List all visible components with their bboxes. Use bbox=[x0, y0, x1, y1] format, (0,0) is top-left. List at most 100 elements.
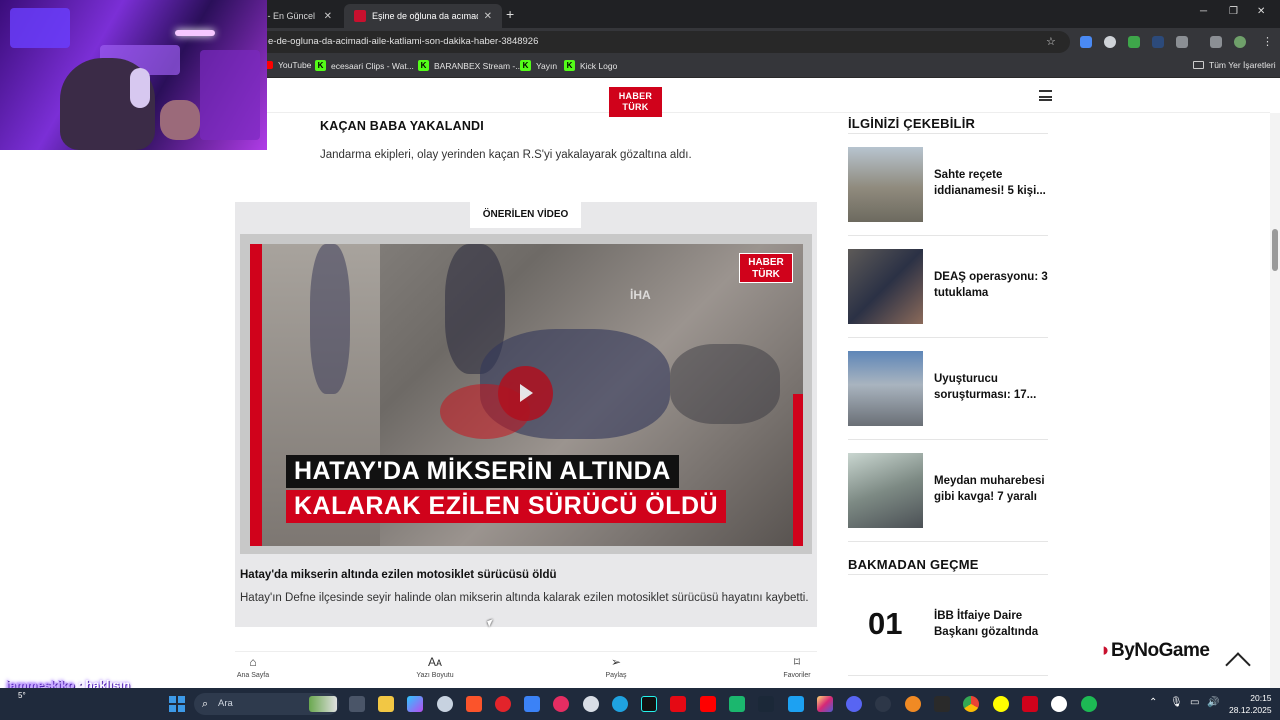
instagram-icon[interactable] bbox=[817, 696, 833, 712]
close-tab-icon[interactable]: ✕ bbox=[324, 11, 332, 22]
bookmark-kick[interactable]: K Kick Logo bbox=[564, 60, 617, 71]
steam-icon[interactable] bbox=[758, 696, 774, 712]
rank-number: 01 bbox=[868, 606, 903, 641]
system-clock[interactable]: 20:15 28.12.2025 bbox=[1229, 692, 1272, 716]
volume-icon[interactable]: 🔊 bbox=[1207, 697, 1219, 708]
epic-games-icon[interactable] bbox=[934, 696, 950, 712]
video-title[interactable]: Hatay'da mikserin altında ezilen motosik… bbox=[240, 569, 557, 581]
menu-hamburger-icon[interactable] bbox=[1039, 90, 1052, 101]
widget-icon[interactable] bbox=[309, 696, 337, 712]
sidebar-heading-dont-miss: BAKMADAN GEÇME bbox=[848, 557, 979, 572]
speedometer-icon[interactable] bbox=[875, 696, 891, 712]
task-view-icon[interactable] bbox=[349, 696, 365, 712]
restore-icon[interactable]: ❐ bbox=[1229, 6, 1238, 17]
chrome-icon[interactable] bbox=[963, 696, 979, 712]
shield-icon[interactable] bbox=[1104, 36, 1116, 48]
copilot-icon[interactable] bbox=[407, 696, 423, 712]
close-tab-icon[interactable]: ✕ bbox=[484, 11, 492, 22]
extension-icon[interactable] bbox=[1080, 36, 1092, 48]
card-thumbnail bbox=[848, 453, 923, 528]
bookmark-star-icon[interactable]: ☆ bbox=[1046, 35, 1056, 48]
card-title: Uyuşturucu soruşturması: 17... bbox=[934, 373, 1037, 401]
video-red-border bbox=[250, 244, 262, 546]
video-figure bbox=[670, 344, 780, 424]
yandex-icon[interactable] bbox=[1051, 696, 1067, 712]
start-button[interactable] bbox=[169, 696, 185, 712]
kick-icon: K bbox=[315, 60, 326, 71]
folder-icon bbox=[1193, 61, 1204, 69]
ranked-headline[interactable]: İBB İtfaiye Daire Başkanı gözaltında bbox=[934, 608, 1054, 640]
settings-icon[interactable] bbox=[437, 696, 453, 712]
divider bbox=[848, 574, 1048, 575]
minimize-icon[interactable]: ─ bbox=[1200, 6, 1207, 17]
weather-widget[interactable]: 5° bbox=[18, 691, 26, 700]
share-icon: ➢ bbox=[610, 655, 622, 669]
snapchat-icon[interactable] bbox=[993, 696, 1009, 712]
bookmark-kick[interactable]: K BARANBEX Stream -... bbox=[418, 60, 522, 71]
video-headline-line2: KALARAK EZİLEN SÜRÜCÜ ÖLDÜ bbox=[286, 490, 727, 523]
media-player-icon[interactable] bbox=[553, 696, 569, 712]
monitor-icon[interactable]: ▭ bbox=[1190, 697, 1199, 708]
edge-icon[interactable] bbox=[612, 696, 628, 712]
spotify-icon[interactable] bbox=[1081, 696, 1097, 712]
file-explorer-icon[interactable] bbox=[378, 696, 394, 712]
headset-icon bbox=[130, 68, 150, 108]
tiktok-icon[interactable] bbox=[641, 696, 657, 712]
nav-home[interactable]: ⌂ Ana Sayfa bbox=[213, 655, 293, 679]
page-scrollbar[interactable] bbox=[1270, 113, 1280, 688]
address-bar[interactable]: e-de-ogluna-da-acimadi-aile-katliami-son… bbox=[250, 31, 1070, 53]
play-button[interactable] bbox=[498, 366, 553, 421]
divider bbox=[848, 337, 1048, 338]
reading-list-icon[interactable] bbox=[1210, 36, 1222, 48]
extension-icon[interactable] bbox=[1152, 36, 1164, 48]
sidebar-card[interactable]: Meydan muharebesi gibi kavga! 7 yaralı bbox=[848, 453, 1048, 529]
sidebar-card[interactable]: Uyuşturucu soruşturması: 17... bbox=[848, 351, 1048, 427]
haberturk-logo[interactable]: HABER TÜRK bbox=[609, 87, 662, 117]
sidebar-card[interactable]: Sahte reçete iddianamesi! 5 kişi... bbox=[848, 147, 1048, 223]
recommended-video-label: ÖNERİLEN VİDEO bbox=[470, 202, 581, 228]
windows-taskbar: 5° Ara ⌃ 🎙 ▭ 🔊 20:15 bbox=[0, 688, 1280, 720]
menu-dots-icon[interactable]: ⋮ bbox=[1262, 35, 1273, 48]
kick-icon: K bbox=[418, 60, 429, 71]
app-icon[interactable] bbox=[905, 696, 921, 712]
youtube-icon[interactable] bbox=[700, 696, 716, 712]
browser-tab-active[interactable]: Eşine de oğluna da acımadı! Aile ✕ bbox=[344, 4, 502, 28]
extension-icon[interactable] bbox=[1128, 36, 1140, 48]
app-icon[interactable] bbox=[1022, 696, 1038, 712]
tray-chevron-icon[interactable]: ⌃ bbox=[1149, 697, 1157, 708]
bookmark-kick[interactable]: K Yayın bbox=[520, 60, 557, 71]
all-bookmarks[interactable]: Tüm Yer İşaretleri bbox=[1193, 60, 1276, 70]
app-icon[interactable] bbox=[583, 696, 599, 712]
twitter-icon[interactable] bbox=[788, 696, 804, 712]
nav-font-size[interactable]: Aᴀ Yazı Boyutu bbox=[395, 655, 475, 679]
microphone-icon[interactable]: 🎙 bbox=[1170, 697, 1183, 708]
bookmark-kick[interactable]: Kecesaari Clips - Wat... bbox=[315, 60, 414, 71]
close-window-icon[interactable]: ✕ bbox=[1257, 6, 1265, 17]
card-thumbnail bbox=[848, 249, 923, 324]
divider bbox=[848, 541, 1048, 542]
opera-icon[interactable] bbox=[495, 696, 511, 712]
font-size-icon: Aᴀ bbox=[428, 655, 442, 669]
video-headline-line1: HATAY'DA MİKSERİN ALTINDA bbox=[286, 455, 679, 488]
brave-icon[interactable] bbox=[466, 696, 482, 712]
video-player[interactable]: HABER TÜRK İHA HATAY'DA MİKSERİN ALTINDA… bbox=[250, 244, 803, 546]
iha-watermark: İHA bbox=[630, 288, 651, 302]
scroll-thumb[interactable] bbox=[1272, 229, 1278, 271]
nav-favorites[interactable]: ⌑ Favoriler bbox=[757, 655, 837, 679]
haberturk-favicon bbox=[354, 10, 366, 22]
tab-title: Eşine de oğluna da acımadı! Aile bbox=[372, 11, 478, 21]
scroll-to-top-icon[interactable] bbox=[1225, 652, 1251, 678]
puzzle-icon[interactable] bbox=[1176, 36, 1188, 48]
bookmark-youtube[interactable]: YouTube bbox=[262, 60, 311, 70]
app-icon[interactable] bbox=[729, 696, 745, 712]
discord-icon[interactable] bbox=[846, 696, 862, 712]
video-red-border bbox=[793, 394, 803, 546]
neon-light bbox=[10, 8, 70, 48]
nav-share[interactable]: ➢ Paylaş bbox=[576, 655, 656, 679]
netflix-icon[interactable] bbox=[670, 696, 686, 712]
profile-avatar[interactable] bbox=[1234, 36, 1246, 48]
store-icon[interactable] bbox=[524, 696, 540, 712]
divider bbox=[848, 133, 1048, 134]
sidebar-card[interactable]: DEAŞ operasyonu: 3 tutuklama bbox=[848, 249, 1048, 325]
new-tab-icon[interactable]: + bbox=[506, 6, 514, 22]
